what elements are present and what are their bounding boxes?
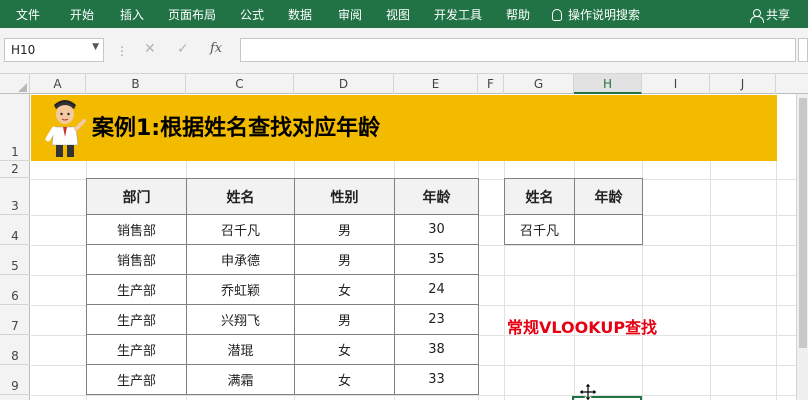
scrollbar-thumb[interactable] <box>799 98 807 348</box>
tab-page-layout[interactable]: 页面布局 <box>168 6 216 23</box>
row-header[interactable]: 9 <box>0 365 30 395</box>
table-cell[interactable]: 女 <box>294 334 395 365</box>
table-row: 生产部 潜琨 女 38 <box>86 334 479 365</box>
table-row: 销售部 申承德 男 35 <box>86 244 479 275</box>
row-header[interactable]: 2 <box>0 161 30 178</box>
table-cell[interactable]: 生产部 <box>86 334 187 365</box>
table-row: 销售部 召千凡 男 30 <box>86 214 479 245</box>
table-header-cell[interactable]: 年龄 <box>574 178 643 215</box>
banner-title: 案例1:根据姓名查找对应年龄 <box>92 116 381 141</box>
table-cell[interactable]: 生产部 <box>86 274 187 305</box>
table-header-cell[interactable]: 部门 <box>86 178 187 215</box>
cartoon-mascot-icon <box>45 100 86 157</box>
table-header-cell[interactable]: 性别 <box>294 178 395 215</box>
share-button[interactable]: 共享 <box>750 6 790 23</box>
tab-data[interactable]: 数据 <box>288 6 312 23</box>
row-header[interactable]: 3 <box>0 178 30 215</box>
table-cell[interactable]: 33 <box>394 364 479 395</box>
tab-review[interactable]: 审阅 <box>338 6 362 23</box>
table-header-cell[interactable]: 姓名 <box>504 178 575 215</box>
table-cell[interactable]: 兴翔飞 <box>186 304 295 335</box>
select-all-button[interactable] <box>0 74 30 94</box>
person-icon <box>750 9 764 23</box>
table-cell[interactable]: 男 <box>294 214 395 245</box>
table-cell[interactable]: 生产部 <box>86 364 187 395</box>
cancel-icon[interactable]: ✕ <box>144 41 156 57</box>
ribbon-menu-bar: 文件 开始 插入 页面布局 公式 数据 审阅 视图 开发工具 帮助 操作说明搜索… <box>0 0 808 28</box>
tab-formulas[interactable]: 公式 <box>240 6 264 23</box>
table-cell[interactable]: 24 <box>394 274 479 305</box>
row-header[interactable]: 7 <box>0 305 30 335</box>
table-cell[interactable]: 销售部 <box>86 214 187 245</box>
table-cell[interactable]: 38 <box>394 334 479 365</box>
table-cell[interactable]: 男 <box>294 244 395 275</box>
table-cell[interactable]: 销售部 <box>86 244 187 275</box>
row-header[interactable]: 4 <box>0 215 30 245</box>
table-header-cell[interactable]: 姓名 <box>186 178 295 215</box>
row-header[interactable]: 6 <box>0 275 30 305</box>
row-header[interactable]: 5 <box>0 245 30 275</box>
table-cell[interactable]: 召千凡 <box>186 214 295 245</box>
column-header[interactable]: F <box>478 74 504 94</box>
table-header-row: 部门 姓名 性别 年龄 <box>86 178 479 215</box>
lookup-result-cell[interactable] <box>574 214 643 245</box>
column-header[interactable]: C <box>186 74 294 94</box>
formula-bar: H10 ▼ ⋮ ✕ ✓ fx <box>0 28 808 74</box>
table-cell[interactable]: 女 <box>294 274 395 305</box>
table-cell[interactable]: 潜琨 <box>186 334 295 365</box>
column-header[interactable]: J <box>710 74 776 94</box>
table-cell[interactable]: 23 <box>394 304 479 335</box>
move-cursor-icon <box>578 382 598 400</box>
tab-file[interactable]: 文件 <box>16 6 40 23</box>
tab-home[interactable]: 开始 <box>70 6 94 23</box>
employee-table: 部门 姓名 性别 年龄 销售部 召千凡 男 30 销售部 申承德 男 35 生产… <box>86 178 479 395</box>
annotation-label: 常规VLOOKUP查找 <box>507 318 658 337</box>
chevron-down-icon[interactable]: ▼ <box>92 42 99 52</box>
column-headers: A B C D E F G H I J <box>0 74 808 94</box>
table-cell[interactable]: 生产部 <box>86 304 187 335</box>
row-header[interactable]: 1 <box>0 94 30 161</box>
formula-input[interactable] <box>240 38 796 62</box>
column-header[interactable]: E <box>394 74 478 94</box>
enter-icon[interactable]: ✓ <box>177 41 189 57</box>
column-header[interactable]: G <box>504 74 574 94</box>
table-cell[interactable]: 男 <box>294 304 395 335</box>
row-headers: 1 2 3 4 5 6 7 8 9 <box>0 94 30 400</box>
table-row: 生产部 满霜 女 33 <box>86 364 479 395</box>
table-cell[interactable]: 35 <box>394 244 479 275</box>
column-header-selected[interactable]: H <box>574 74 642 94</box>
tell-me-search[interactable]: 操作说明搜索 <box>552 6 640 23</box>
row-header[interactable]: 8 <box>0 335 30 365</box>
table-cell[interactable]: 30 <box>394 214 479 245</box>
table-header-cell[interactable]: 年龄 <box>394 178 479 215</box>
share-label: 共享 <box>766 8 791 22</box>
insert-function-icon[interactable]: fx <box>210 41 222 56</box>
table-row: 召千凡 <box>504 214 643 245</box>
tab-developer[interactable]: 开发工具 <box>434 6 482 23</box>
table-cell[interactable]: 满霜 <box>186 364 295 395</box>
column-header[interactable]: B <box>86 74 186 94</box>
column-header[interactable]: I <box>642 74 710 94</box>
formula-bar-expand[interactable] <box>798 38 808 62</box>
column-header[interactable]: D <box>294 74 394 94</box>
lookup-table: 姓名 年龄 召千凡 <box>504 178 643 245</box>
table-row: 生产部 兴翔飞 男 23 <box>86 304 479 335</box>
name-box[interactable]: H10 ▼ <box>4 38 104 62</box>
table-cell[interactable]: 女 <box>294 364 395 395</box>
table-cell[interactable]: 乔虹颖 <box>186 274 295 305</box>
lookup-name-cell[interactable]: 召千凡 <box>504 214 575 245</box>
name-box-value: H10 <box>11 43 36 57</box>
table-row: 生产部 乔虹颖 女 24 <box>86 274 479 305</box>
table-header-row: 姓名 年龄 <box>504 178 643 215</box>
tab-help[interactable]: 帮助 <box>506 6 530 23</box>
tab-insert[interactable]: 插入 <box>120 6 144 23</box>
column-header[interactable]: A <box>30 74 86 94</box>
vertical-scrollbar[interactable] <box>796 94 808 400</box>
table-cell[interactable]: 申承德 <box>186 244 295 275</box>
lightbulb-icon <box>552 9 562 21</box>
tab-view[interactable]: 视图 <box>386 6 410 23</box>
drag-handle-icon[interactable]: ⋮ <box>116 44 128 58</box>
tell-me-label: 操作说明搜索 <box>568 8 641 22</box>
